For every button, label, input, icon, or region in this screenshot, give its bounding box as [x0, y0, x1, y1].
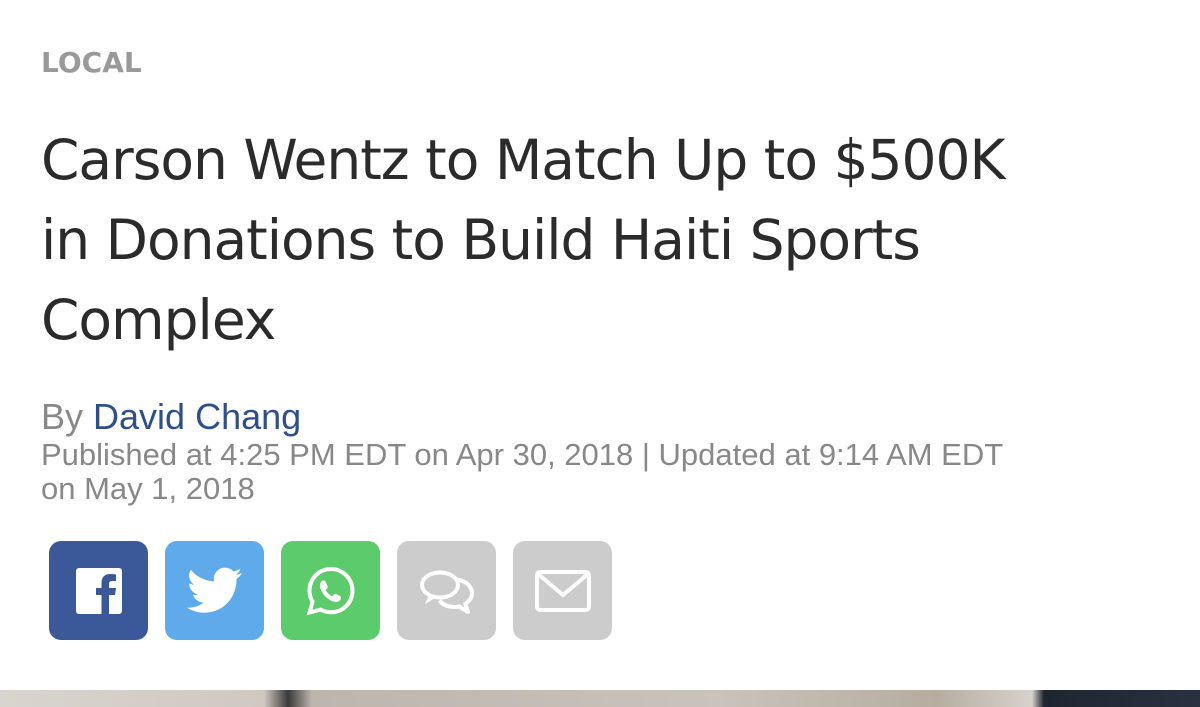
facebook-share-button[interactable]	[49, 541, 148, 640]
byline: By David Chang	[41, 396, 301, 438]
comments-icon	[419, 570, 474, 614]
twitter-share-button[interactable]	[165, 541, 264, 640]
email-share-button[interactable]	[513, 541, 612, 640]
section-category[interactable]: LOCAL	[41, 46, 142, 79]
author-link[interactable]: David Chang	[93, 396, 301, 437]
twitter-icon	[186, 567, 242, 613]
publish-dates: Published at 4:25 PM EDT on Apr 30, 2018…	[41, 438, 1161, 506]
whatsapp-share-button[interactable]	[281, 541, 380, 640]
headline-line: Complex	[41, 288, 276, 352]
article-headline: Carson Wentz to Match Up to $500K in Don…	[41, 120, 1161, 360]
byline-prefix: By	[41, 396, 84, 437]
facebook-icon	[75, 567, 122, 614]
article-hero-image	[0, 690, 1200, 707]
dates-line: on May 1, 2018	[41, 471, 255, 506]
share-bar	[49, 541, 612, 640]
dates-line: Published at 4:25 PM EDT on Apr 30, 2018…	[41, 437, 1004, 472]
whatsapp-icon	[306, 566, 355, 615]
comments-button[interactable]	[397, 541, 496, 640]
headline-line: in Donations to Build Haiti Sports	[41, 208, 921, 272]
headline-line: Carson Wentz to Match Up to $500K	[41, 128, 1006, 192]
email-icon	[534, 569, 591, 612]
